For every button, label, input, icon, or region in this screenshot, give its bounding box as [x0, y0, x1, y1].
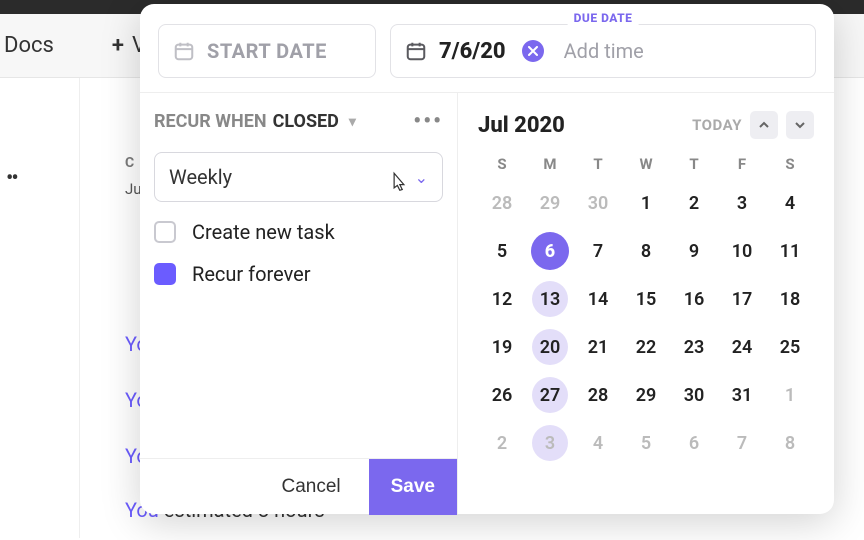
docs-tab[interactable]: Docs — [4, 33, 54, 58]
calendar-day[interactable]: 10 — [718, 227, 766, 275]
due-date-value: 7/6/20 — [439, 39, 506, 64]
due-date-field[interactable]: DUE DATE 7/6/20 Add time — [390, 24, 816, 78]
calendar-dow: W — [622, 155, 670, 173]
calendar-day[interactable]: 19 — [478, 323, 526, 371]
calendar-day[interactable]: 28 — [574, 371, 622, 419]
recur-forever-option[interactable]: Recur forever — [154, 262, 443, 286]
recur-trigger-selector[interactable]: RECUR WHEN CLOSED ▾ ••• — [154, 109, 443, 134]
clear-due-date-icon[interactable] — [522, 40, 544, 62]
calendar-header: Jul 2020 TODAY — [478, 111, 814, 139]
calendar-day[interactable]: 7 — [718, 419, 766, 467]
calendar-day[interactable]: 12 — [478, 275, 526, 323]
calendar-day[interactable]: 3 — [526, 419, 574, 467]
calendar-day[interactable]: 7 — [574, 227, 622, 275]
frequency-value: Weekly — [169, 165, 232, 189]
calendar-day[interactable]: 1 — [766, 371, 814, 419]
calendar-icon — [173, 40, 195, 62]
option-label: Recur forever — [192, 262, 311, 286]
save-button[interactable]: Save — [369, 459, 457, 515]
chevron-down-icon: ▾ — [349, 114, 356, 130]
frequency-select[interactable]: Weekly ⌄ — [154, 152, 443, 202]
calendar-day[interactable]: 26 — [478, 371, 526, 419]
calendar-day[interactable]: 31 — [718, 371, 766, 419]
calendar-day[interactable]: 21 — [574, 323, 622, 371]
calendar-day[interactable]: 6 — [670, 419, 718, 467]
calendar-day[interactable]: 27 — [526, 371, 574, 419]
more-options-icon[interactable]: ••• — [413, 109, 443, 134]
calendar-day[interactable]: 20 — [526, 323, 574, 371]
modal-body: RECUR WHEN CLOSED ▾ ••• Weekly ⌄ Create … — [140, 92, 834, 514]
add-tab-button[interactable]: + — [112, 33, 124, 58]
checkbox-checked-icon[interactable] — [154, 263, 176, 285]
calendar-dow: S — [766, 155, 814, 173]
calendar-day[interactable]: 5 — [622, 419, 670, 467]
calendar-day[interactable]: 18 — [766, 275, 814, 323]
calendar-day[interactable]: 28 — [478, 179, 526, 227]
calendar-day[interactable]: 29 — [622, 371, 670, 419]
bg-activity-label: C — [125, 155, 135, 171]
background-sidebar — [0, 78, 80, 538]
calendar-dow: F — [718, 155, 766, 173]
add-time-button[interactable]: Add time — [564, 39, 644, 63]
calendar-dow: T — [670, 155, 718, 173]
calendar-day[interactable]: 16 — [670, 275, 718, 323]
calendar-day[interactable]: 4 — [766, 179, 814, 227]
calendar-day[interactable]: 22 — [622, 323, 670, 371]
date-recurrence-modal: START DATE DUE DATE 7/6/20 Add time RECU… — [140, 4, 834, 514]
calendar-dow: M — [526, 155, 574, 173]
calendar-dow: T — [574, 155, 622, 173]
chevron-up-icon — [758, 119, 770, 131]
chevron-down-icon — [794, 119, 806, 131]
prev-month-button[interactable] — [750, 111, 778, 139]
calendar-dow: S — [478, 155, 526, 173]
calendar-dow-row: SMTWTFS — [478, 155, 814, 173]
calendar-day[interactable]: 25 — [766, 323, 814, 371]
date-row: START DATE DUE DATE 7/6/20 Add time — [140, 4, 834, 92]
calendar-day[interactable]: 23 — [670, 323, 718, 371]
calendar-day[interactable]: 17 — [718, 275, 766, 323]
calendar-icon — [405, 40, 427, 62]
calendar-day[interactable]: 2 — [478, 419, 526, 467]
calendar-day[interactable]: 30 — [574, 179, 622, 227]
recur-mode: CLOSED — [273, 111, 339, 132]
calendar-day[interactable]: 2 — [670, 179, 718, 227]
recur-prefix: RECUR WHEN — [154, 111, 267, 132]
create-new-task-option[interactable]: Create new task — [154, 220, 443, 244]
recurrence-pane: RECUR WHEN CLOSED ▾ ••• Weekly ⌄ Create … — [140, 93, 458, 514]
checkbox-unchecked-icon[interactable] — [154, 221, 176, 243]
cancel-button[interactable]: Cancel — [263, 476, 358, 498]
calendar-day[interactable]: 14 — [574, 275, 622, 323]
calendar-day[interactable]: 8 — [766, 419, 814, 467]
chevron-down-icon: ⌄ — [415, 168, 428, 187]
start-date-field[interactable]: START DATE — [158, 24, 376, 78]
calendar-grid: 2829301234567891011121314151617181920212… — [478, 179, 814, 467]
calendar-day[interactable]: 29 — [526, 179, 574, 227]
calendar-day[interactable]: 11 — [766, 227, 814, 275]
bg-more-icon[interactable]: •• — [6, 166, 17, 191]
option-label: Create new task — [192, 220, 335, 244]
calendar-month-label: Jul 2020 — [478, 113, 565, 138]
calendar-day[interactable]: 6 — [526, 227, 574, 275]
calendar-day[interactable]: 15 — [622, 275, 670, 323]
calendar-day[interactable]: 3 — [718, 179, 766, 227]
calendar-day[interactable]: 5 — [478, 227, 526, 275]
due-date-label: DUE DATE — [568, 11, 639, 25]
today-button[interactable]: TODAY — [692, 116, 742, 134]
calendar-pane: Jul 2020 TODAY SMTWTFS 28293012345678910… — [458, 93, 834, 514]
calendar-day[interactable]: 4 — [574, 419, 622, 467]
calendar-day[interactable]: 9 — [670, 227, 718, 275]
calendar-day[interactable]: 13 — [526, 275, 574, 323]
calendar-day[interactable]: 8 — [622, 227, 670, 275]
next-month-button[interactable] — [786, 111, 814, 139]
start-date-placeholder: START DATE — [207, 39, 327, 63]
calendar-day[interactable]: 30 — [670, 371, 718, 419]
calendar-day[interactable]: 1 — [622, 179, 670, 227]
modal-footer: Cancel Save — [140, 458, 457, 514]
calendar-day[interactable]: 24 — [718, 323, 766, 371]
